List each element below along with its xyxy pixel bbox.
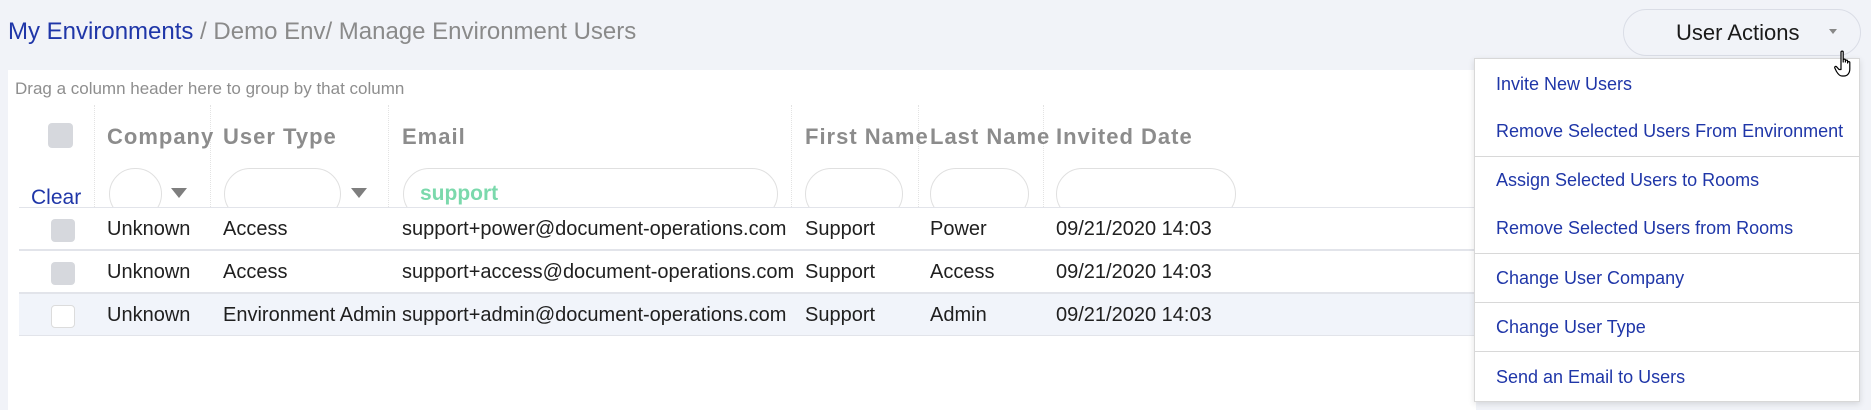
breadcrumb-current-path: / Demo Env/ Manage Environment Users [193,18,637,45]
column-header-user-type[interactable]: User Type [223,124,337,150]
caret-down-icon [1829,29,1837,34]
menu-divider [1475,156,1859,157]
column-header-invited-date[interactable]: Invited Date [1056,124,1193,150]
cell-first-name: Support [805,218,876,240]
cell-user-type: Access [223,261,288,283]
user-actions-label: User Actions [1676,19,1800,45]
menu-divider [1475,351,1859,352]
cell-company: Unknown [107,218,191,240]
cell-last-name: Power [930,218,987,240]
chevron-down-icon[interactable] [171,188,187,198]
cell-last-name: Access [930,261,995,283]
cell-first-name: Support [805,261,876,283]
cell-company: Unknown [107,304,191,326]
breadcrumb: My Environments / Demo Env/ Manage Envir… [8,18,636,46]
cell-invited-date: 09/21/2020 14:03 [1056,261,1212,283]
menu-divider [1475,253,1859,254]
hand-pointer-cursor-icon [1834,50,1851,77]
cell-company: Unknown [107,261,191,283]
column-header-email[interactable]: Email [402,124,466,150]
cell-invited-date: 09/21/2020 14:03 [1056,218,1212,240]
menu-item-remove-users-from-rooms[interactable]: Remove Selected Users from Rooms [1496,218,1793,239]
cell-email: support+power@document-operations.com [402,218,787,240]
group-by-hint: Drag a column header here to group by th… [15,79,405,98]
row-checkbox[interactable] [51,305,75,328]
cell-user-type: Access [223,218,288,240]
manage-users-page: My Environments / Demo Env/ Manage Envir… [0,0,1871,410]
menu-divider [1475,302,1859,303]
menu-item-change-user-company[interactable]: Change User Company [1496,268,1684,289]
cell-last-name: Admin [930,304,987,326]
users-grid: Drag a column header here to group by th… [8,70,1476,410]
column-header-last-name[interactable]: Last Name [930,124,1050,150]
cell-invited-date: 09/21/2020 14:03 [1056,304,1212,326]
cell-first-name: Support [805,304,876,326]
select-all-checkbox[interactable] [48,123,73,148]
table-row[interactable]: Unknown Access support+access@document-o… [19,250,1476,293]
column-header-company[interactable]: Company [107,124,214,150]
row-checkbox[interactable] [51,262,75,285]
chevron-down-icon[interactable] [351,188,367,198]
menu-item-invite-new-users[interactable]: Invite New Users [1496,74,1632,95]
user-actions-button[interactable]: User Actions [1623,9,1861,56]
cell-email: support+access@document-operations.com [402,261,795,283]
menu-item-send-email-to-users[interactable]: Send an Email to Users [1496,367,1685,388]
menu-item-change-user-type[interactable]: Change User Type [1496,317,1646,338]
user-actions-menu: Invite New Users Remove Selected Users F… [1474,58,1860,402]
column-header-first-name[interactable]: First Name [805,124,929,150]
cell-email: support+admin@document-operations.com [402,304,787,326]
menu-item-assign-users-to-rooms[interactable]: Assign Selected Users to Rooms [1496,170,1759,191]
table-row[interactable]: Unknown Environment Admin support+admin@… [19,293,1476,336]
menu-item-remove-users-from-environment[interactable]: Remove Selected Users From Environment [1496,121,1843,142]
cell-user-type: Environment Admin [223,304,397,326]
breadcrumb-my-environments-link[interactable]: My Environments [8,18,193,45]
row-checkbox[interactable] [51,219,75,242]
table-row[interactable]: Unknown Access support+power@document-op… [19,207,1476,250]
